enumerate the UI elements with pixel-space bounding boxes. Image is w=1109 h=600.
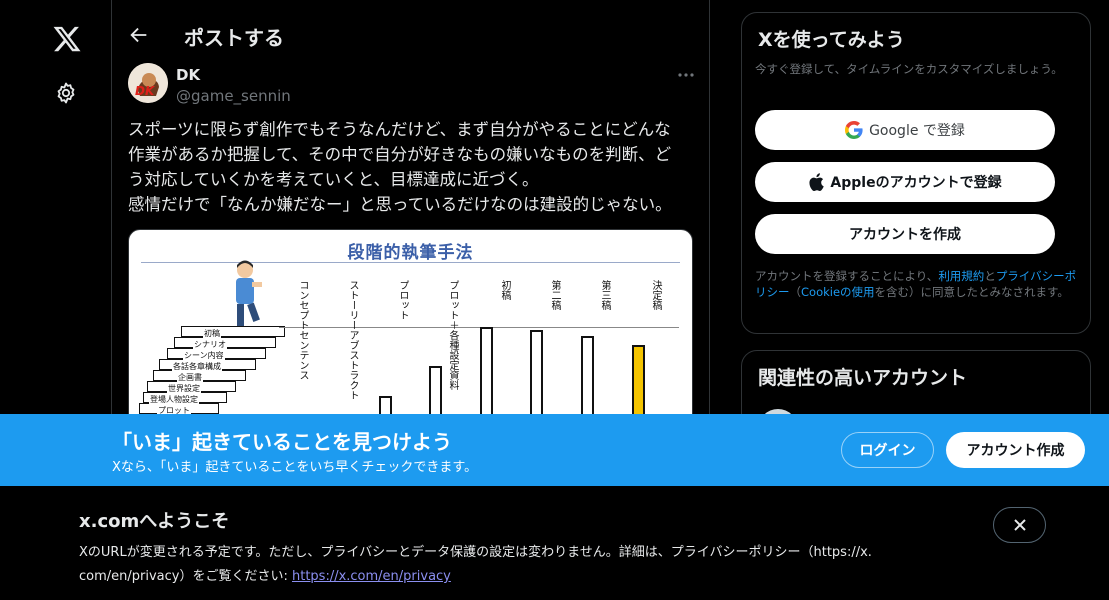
column-label: 初稿	[499, 280, 510, 300]
notice-body-line: com/en/privacy）をご覧ください: https://x.com/en…	[79, 565, 949, 589]
legal-prefix: アカウントを登録することにより、	[755, 269, 939, 283]
stair-label: 企画書	[177, 372, 203, 383]
apple-signup-button[interactable]: Appleのアカウントで登録	[755, 162, 1055, 202]
google-icon	[845, 121, 863, 139]
gear-icon[interactable]	[54, 81, 78, 105]
image-title-underline	[141, 262, 680, 263]
author-handle[interactable]: @game_sennin	[176, 87, 291, 105]
column-label: ストーリーアブストラクト	[347, 280, 358, 400]
column-label: コンセプトセンテンス	[297, 280, 308, 380]
avatar[interactable]: DK	[128, 63, 168, 103]
cookie-link[interactable]: Cookieの使用	[801, 285, 875, 299]
domain-change-notice: x.comへようこそ XのURLが変更される予定です。ただし、プライバシーとデー…	[0, 486, 1109, 600]
stair-label: 世界設定	[167, 383, 201, 394]
avatar-text: DK	[135, 84, 155, 98]
post-image[interactable]: 段階的執筆手法 初稿 シナリオ シーン内容 各話各章構成 企画書 世界設定 登場…	[128, 229, 693, 429]
google-signup-label: Google で登録	[869, 123, 965, 139]
stair-label: シナリオ	[193, 339, 227, 350]
x-logo-icon[interactable]	[52, 24, 82, 54]
post-text-line: 感情だけで「なんか嫌だなー」と思っているだけなのは建設的じゃない。	[128, 195, 672, 214]
post-text-line: スポーツに限らず創作でもそうなんだけど、まず自分がやることにどんな	[128, 120, 671, 139]
author-name[interactable]: DK	[176, 66, 200, 84]
stair-label: 各話各章構成	[172, 361, 222, 372]
post-text: スポーツに限らず創作でもそうなんだけど、まず自分がやることにどんな 作業があるか…	[128, 117, 698, 217]
baseline	[279, 327, 679, 328]
column-label: 第二稿	[549, 280, 560, 310]
notice-title: x.comへようこそ	[79, 511, 230, 532]
apple-signup-label: Appleのアカウントで登録	[830, 175, 1002, 191]
create-account-label: アカウントを作成	[849, 227, 961, 243]
signup-card-title: Xを使ってみよう	[758, 29, 905, 51]
close-notice-button[interactable]	[993, 507, 1046, 543]
terms-link[interactable]: 利用規約	[938, 269, 984, 283]
post-text-line: 作業があるか把握して、その中で自分が好きなもの嫌いなものを判断、ど	[128, 145, 672, 164]
banner-title: 「いま」起きていることを見つけよう	[112, 430, 452, 454]
notice-body-line: XのURLが変更される予定です。ただし、プライバシーとデータ保護の設定は変わりま…	[79, 545, 872, 560]
more-options-icon[interactable]	[674, 64, 698, 86]
legal-text: アカウントを登録することにより、利用規約とプライバシーポリシー（Cookieの使…	[755, 268, 1085, 300]
stair-label: シーン内容	[183, 350, 225, 361]
login-button[interactable]: ログイン	[841, 432, 934, 468]
column-label: プロット＋各種設定資料	[447, 280, 458, 390]
signup-button[interactable]: アカウント作成	[946, 432, 1085, 468]
stair-label: 初稿	[203, 328, 221, 339]
legal-suffix: を含む）に同意したとみなされます。	[874, 285, 1069, 299]
privacy-url-link[interactable]: https://x.com/en/privacy	[292, 569, 451, 584]
close-icon	[1013, 519, 1026, 531]
column-label: 決定稿	[650, 280, 661, 310]
stair-label: 登場人物設定	[149, 394, 199, 405]
notice-body: XのURLが変更される予定です。ただし、プライバシーとデータ保護の設定は変わりま…	[79, 541, 949, 589]
signup-card-subtitle: 今すぐ登録して、タイムラインをカスタマイズしましょう。	[755, 62, 1063, 76]
related-accounts-title: 関連性の高いアカウント	[758, 367, 968, 389]
notice-body-prefix: com/en/privacy）をご覧ください:	[79, 569, 292, 584]
legal-paren: （	[789, 285, 802, 299]
signup-card: Xを使ってみよう 今すぐ登録して、タイムラインをカスタマイズしましょう。 Goo…	[741, 12, 1091, 334]
legal-and: と	[984, 269, 996, 283]
column-label: 第三稿	[599, 280, 610, 310]
post-text-line: う対応していくかを考えていくと、目標達成に近づく。	[128, 170, 539, 189]
stair-step	[181, 326, 285, 337]
banner-subtitle: Xなら、「いま」起きていることをいち早くチェックできます。	[112, 460, 478, 475]
apple-icon	[808, 173, 825, 191]
image-title: 段階的執筆手法	[347, 243, 474, 263]
create-account-button[interactable]: アカウントを作成	[755, 214, 1055, 254]
page-title: ポストする	[184, 26, 284, 50]
column-label: プロット	[397, 280, 408, 320]
google-signup-button[interactable]: Google で登録	[755, 110, 1055, 150]
login-banner: 「いま」起きていることを見つけよう Xなら、「いま」起きていることをいち早くチェ…	[0, 414, 1109, 486]
back-arrow-icon[interactable]	[128, 24, 150, 46]
